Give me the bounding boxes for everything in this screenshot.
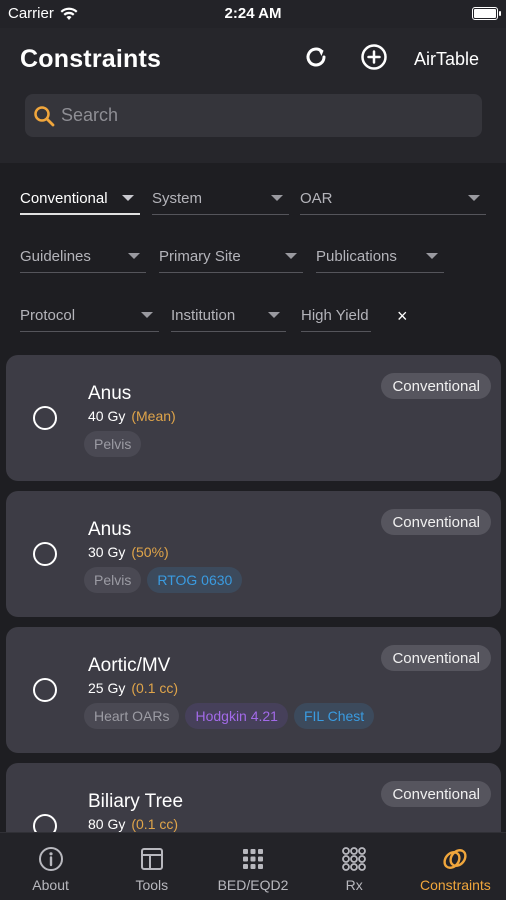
filter-conventional[interactable]: Conventional bbox=[20, 183, 140, 215]
status-time: 2:24 AM bbox=[224, 5, 282, 22]
filter-conventional-label: Conventional bbox=[20, 189, 108, 207]
filter-primary-site[interactable]: Primary Site bbox=[159, 241, 303, 273]
chevron-down-icon bbox=[128, 253, 140, 259]
dose-qualifier: (0.1 cc) bbox=[131, 680, 179, 696]
constraint-card[interactable]: Biliary Tree 80 Gy (0.1 cc) Conventional bbox=[6, 763, 501, 832]
filter-guidelines[interactable]: Guidelines bbox=[20, 241, 146, 273]
status-bar: Carrier 2:24 AM bbox=[0, 0, 506, 28]
tag[interactable]: RTOG 0630 bbox=[147, 567, 243, 593]
chevron-down-icon bbox=[285, 253, 297, 259]
refresh-button[interactable] bbox=[301, 42, 331, 72]
chevron-down-icon bbox=[122, 195, 134, 201]
tag[interactable]: FIL Chest bbox=[293, 703, 375, 729]
conventional-badge: Conventional bbox=[381, 373, 491, 399]
dose-value: 80 Gy bbox=[88, 816, 126, 832]
info-icon bbox=[38, 847, 63, 871]
tab-rx[interactable]: Rx bbox=[304, 833, 405, 900]
dose-qualifier: (0.1 cc) bbox=[131, 816, 179, 832]
dose-value: 30 Gy bbox=[88, 544, 126, 560]
constraint-name: Aortic/MV bbox=[88, 655, 171, 676]
select-radio[interactable] bbox=[33, 542, 57, 566]
dose-value: 25 Gy bbox=[88, 680, 126, 696]
search-input[interactable] bbox=[61, 105, 441, 126]
tag[interactable]: Pelvis bbox=[84, 567, 142, 593]
tag[interactable]: Pelvis bbox=[84, 431, 142, 457]
constraint-name: Biliary Tree bbox=[88, 791, 184, 812]
constraint-dose: 30 Gy (50%) bbox=[88, 544, 169, 560]
header: Constraints AirTable bbox=[0, 28, 506, 163]
chevron-down-icon bbox=[141, 312, 153, 318]
filter-institution[interactable]: Institution bbox=[171, 300, 286, 332]
add-button[interactable] bbox=[359, 42, 389, 72]
constraint-name: Anus bbox=[88, 519, 132, 540]
filter-system[interactable]: System bbox=[152, 183, 289, 215]
filter-high-yield-label: High Yield bbox=[301, 307, 369, 324]
select-radio[interactable] bbox=[33, 814, 57, 832]
tag-row: Pelvis RTOG 0630 bbox=[84, 567, 243, 593]
tab-constraints[interactable]: Constraints bbox=[405, 833, 506, 900]
tag-row: Heart OARs Hodgkin 4.21 FIL Chest bbox=[84, 703, 375, 729]
chevron-down-icon bbox=[268, 312, 280, 318]
select-radio[interactable] bbox=[33, 678, 57, 702]
tools-icon bbox=[140, 848, 163, 870]
constraint-dose: 25 Gy (0.1 cc) bbox=[88, 680, 178, 696]
constraint-dose: 40 Gy (Mean) bbox=[88, 408, 176, 424]
tab-about[interactable]: About bbox=[0, 833, 101, 900]
filter-oar[interactable]: OAR bbox=[300, 183, 486, 215]
constraint-card[interactable]: Anus 30 Gy (50%) Pelvis RTOG 0630 Convent… bbox=[6, 491, 501, 617]
filter-system-label: System bbox=[152, 190, 203, 207]
conventional-badge: Conventional bbox=[381, 509, 491, 535]
dose-qualifier: (50%) bbox=[131, 544, 169, 560]
filter-institution-label: Institution bbox=[171, 307, 236, 324]
chevron-down-icon bbox=[271, 195, 283, 201]
page-title: Constraints bbox=[20, 45, 162, 73]
constraint-list: Anus 40 Gy (Mean) Pelvis Conventional Anu… bbox=[0, 353, 506, 832]
search-bar[interactable] bbox=[25, 94, 482, 137]
refresh-icon bbox=[306, 47, 326, 67]
tab-rx-label: Rx bbox=[345, 877, 363, 893]
rings-icon bbox=[443, 849, 467, 869]
conventional-badge: Conventional bbox=[381, 781, 491, 807]
constraint-name: Anus bbox=[88, 383, 132, 404]
filter-publications[interactable]: Publications bbox=[316, 241, 444, 273]
tab-bed-eqd2[interactable]: BED/EQD2 bbox=[202, 833, 303, 900]
tag[interactable]: Heart OARs bbox=[84, 703, 180, 729]
filter-guidelines-label: Guidelines bbox=[20, 248, 91, 265]
constraint-dose: 80 Gy (0.1 cc) bbox=[88, 816, 178, 832]
tab-tools-label: Tools bbox=[135, 877, 169, 893]
tab-constraints-label: Constraints bbox=[420, 877, 491, 893]
tab-bar: About Tools BED/EQD2 Rx Constraints bbox=[0, 832, 506, 900]
constraint-card[interactable]: Anus 40 Gy (Mean) Pelvis Conventional bbox=[6, 355, 501, 481]
chevron-down-icon bbox=[468, 195, 480, 201]
battery-icon bbox=[472, 7, 501, 20]
chevron-down-icon bbox=[426, 253, 438, 259]
tab-bed-eqd2-label: BED/EQD2 bbox=[217, 877, 289, 893]
filter-publications-label: Publications bbox=[316, 248, 397, 265]
select-radio[interactable] bbox=[33, 406, 57, 430]
grid-icon bbox=[243, 849, 263, 869]
airtable-button[interactable]: AirTable bbox=[414, 49, 479, 70]
search-icon bbox=[34, 105, 55, 126]
add-circle-icon bbox=[361, 44, 387, 70]
tag[interactable]: Hodgkin 4.21 bbox=[185, 703, 288, 729]
dose-qualifier: (Mean) bbox=[131, 408, 176, 424]
tab-tools[interactable]: Tools bbox=[101, 833, 202, 900]
filter-primary-site-label: Primary Site bbox=[159, 248, 241, 265]
tag-row: Pelvis bbox=[84, 431, 142, 457]
conventional-badge: Conventional bbox=[381, 645, 491, 671]
dose-value: 40 Gy bbox=[88, 408, 126, 424]
constraint-card[interactable]: Aortic/MV 25 Gy (0.1 cc) Heart OARs Hodgk… bbox=[6, 627, 501, 753]
filter-oar-label: OAR bbox=[300, 190, 333, 207]
filter-high-yield[interactable]: High Yield bbox=[301, 300, 371, 332]
tab-about-label: About bbox=[32, 877, 69, 893]
filter-protocol[interactable]: Protocol bbox=[20, 300, 159, 332]
filter-panel: Conventional System OAR Guidelines Prima… bbox=[0, 163, 506, 353]
clear-filters-button[interactable]: × bbox=[397, 306, 408, 327]
filter-protocol-label: Protocol bbox=[20, 307, 76, 324]
dots-grid-icon bbox=[342, 847, 367, 871]
